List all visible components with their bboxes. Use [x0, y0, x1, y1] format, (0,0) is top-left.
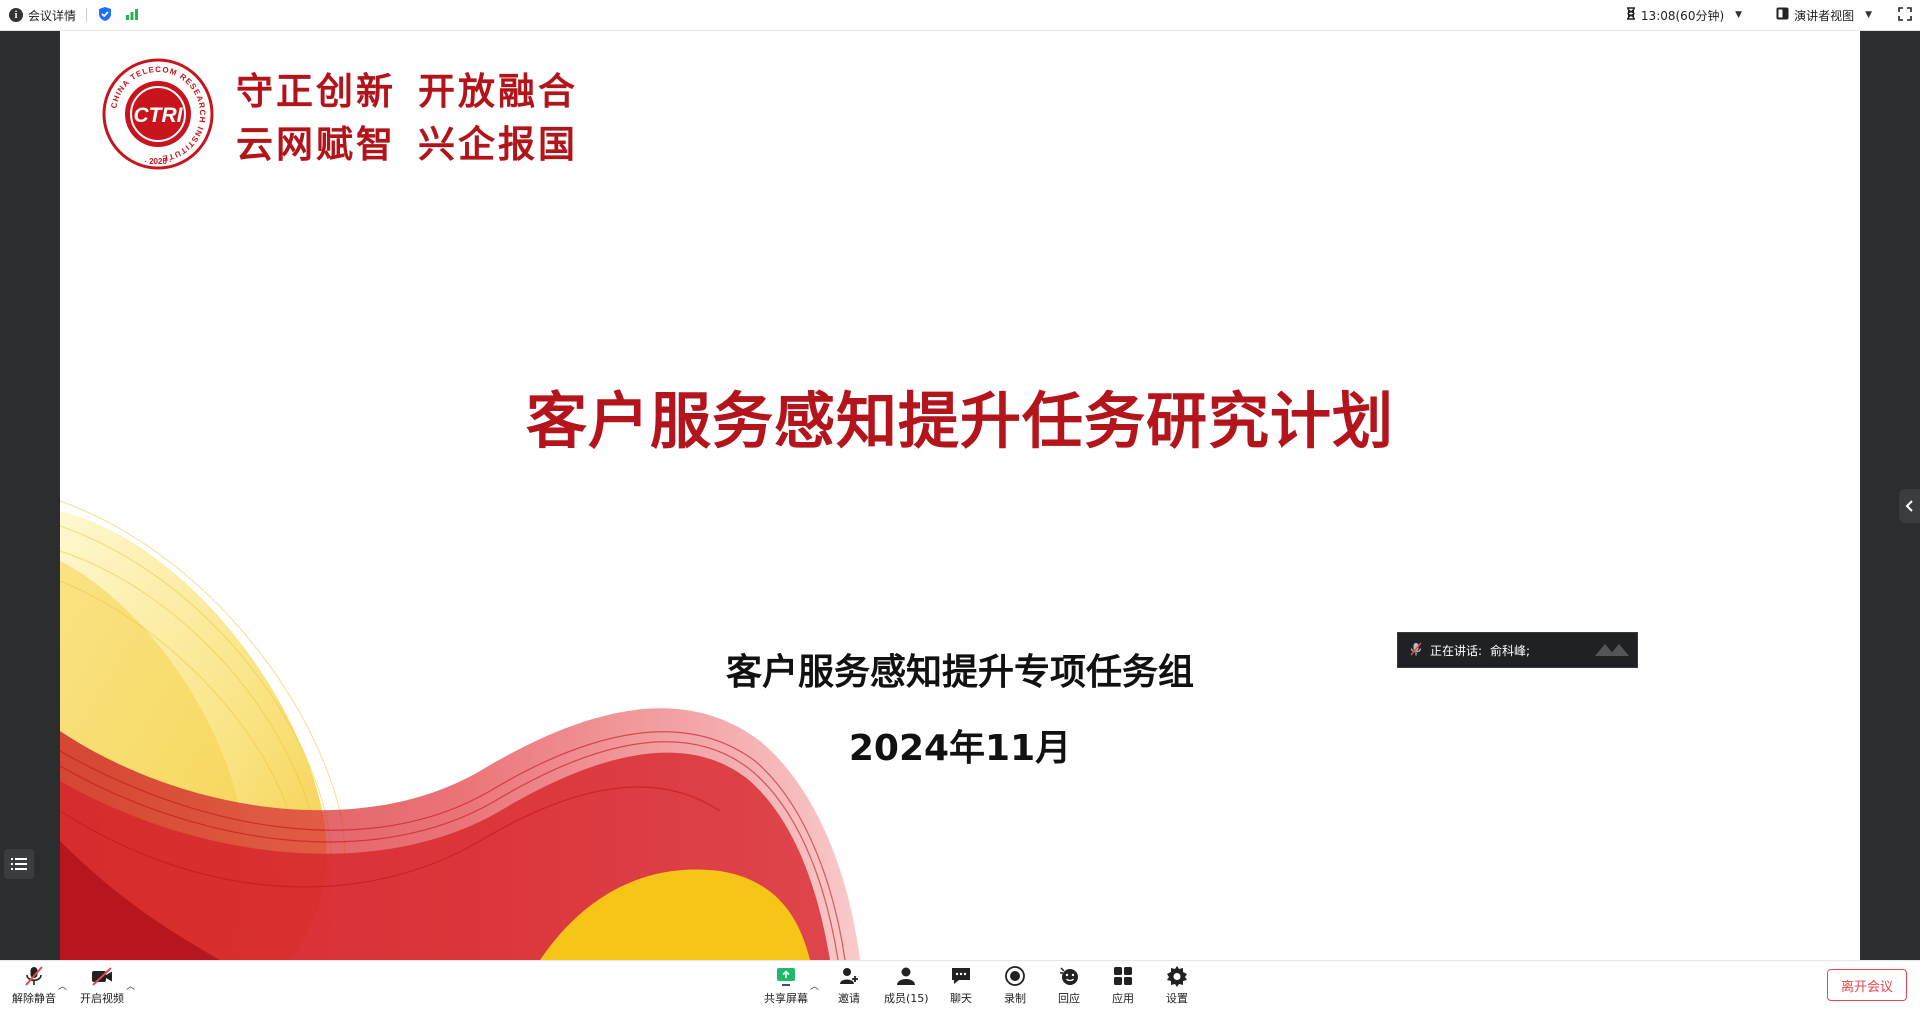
settings-button[interactable]: 设置 — [1166, 965, 1188, 1006]
slide-mottos: 守正创新 开放融合 云网赋智 兴企报国 — [236, 65, 578, 171]
fullscreen-icon[interactable] — [1898, 6, 1912, 24]
view-label: 演讲者视图 — [1794, 8, 1855, 23]
add-user-icon — [840, 968, 858, 984]
speaker-name: 俞科峰; — [1490, 643, 1531, 658]
shield-icon[interactable] — [97, 6, 113, 25]
share-screen-label: 共享屏幕 — [764, 992, 808, 1005]
list-icon — [11, 858, 27, 870]
chat-button[interactable]: 聊天 — [950, 965, 972, 1006]
speaker-wave-icon — [1593, 638, 1631, 663]
record-button[interactable]: 录制 — [1004, 965, 1026, 1006]
record-icon — [1005, 966, 1025, 986]
start-video-label: 开启视频 — [80, 992, 124, 1005]
record-label: 录制 — [1004, 992, 1026, 1005]
unmute-button[interactable]: 解除静音 — [12, 965, 56, 1006]
meeting-timer[interactable]: 13:08(60分钟) ▼ — [1626, 0, 1742, 30]
react-label: 回应 — [1058, 992, 1080, 1005]
slide-title: 客户服务感知提升任务研究计划 — [525, 386, 1394, 457]
mic-options-chevron-up-icon[interactable]: ︿ — [58, 979, 67, 992]
members-button[interactable]: 成员(15) — [884, 965, 929, 1006]
leave-meeting-button[interactable]: 离开会议 — [1827, 969, 1907, 1001]
timer-label: 13:08(60分钟) — [1640, 8, 1725, 23]
speaking-indicator: 正在讲话: 俞科峰; — [1397, 632, 1638, 668]
video-options-chevron-up-icon[interactable]: ︿ — [126, 979, 135, 992]
start-video-button[interactable]: 开启视频 — [80, 965, 124, 1006]
apps-label: 应用 — [1112, 992, 1134, 1005]
mic-muted-icon — [1410, 642, 1422, 659]
svg-text:CTRI: CTRI — [134, 104, 184, 127]
invite-button[interactable]: 邀请 — [838, 965, 860, 1006]
reaction-icon — [1060, 967, 1078, 985]
view-switch-button[interactable]: 演讲者视图 ▼ — [1776, 0, 1872, 30]
signal-icon[interactable] — [125, 8, 139, 23]
chevron-down-icon: ▼ — [1865, 10, 1872, 20]
apps-button[interactable]: 应用 — [1112, 965, 1134, 1006]
chevron-down-icon: ▼ — [1735, 10, 1743, 20]
settings-label: 设置 — [1166, 992, 1188, 1005]
info-icon: i — [9, 8, 23, 22]
meeting-toolbar: 解除静音 ︿ 开启视频 ︿ 共享屏幕 ︿ 邀请 成员(15) 聊天 录制 回应 … — [0, 960, 1920, 1012]
svg-text:· 2020 ·: · 2020 · — [144, 157, 172, 166]
hourglass-icon — [1626, 7, 1636, 23]
shared-content-stage: CTRI CHINA TELECOM RESEARCH INSTITUTE · … — [0, 31, 1920, 960]
share-screen-icon — [777, 968, 795, 986]
camera-off-icon — [92, 967, 112, 986]
mic-muted-icon — [25, 966, 43, 986]
list-button[interactable] — [4, 849, 34, 879]
motto-text: 开放融合 — [418, 69, 578, 113]
apps-icon — [1114, 967, 1132, 985]
chat-label: 聊天 — [950, 992, 972, 1005]
divider — [86, 8, 88, 22]
top-bar: i 会议详情 13:08(60分钟) ▼ 演讲者视图 ▼ — [0, 0, 1920, 31]
chat-icon — [952, 968, 970, 984]
layout-icon — [1776, 7, 1789, 23]
motto-text: 兴企报国 — [418, 122, 578, 166]
presentation-slide: CTRI CHINA TELECOM RESEARCH INSTITUTE · … — [60, 31, 1860, 960]
react-button[interactable]: 回应 — [1058, 965, 1080, 1006]
side-panel-toggle[interactable] — [1899, 489, 1920, 523]
slide-date: 2024年11月 — [848, 728, 1072, 769]
members-label: 成员(15) — [884, 992, 929, 1005]
invite-label: 邀请 — [838, 992, 860, 1005]
meeting-info-label: 会议详情 — [28, 8, 77, 23]
motto-text: 守正创新 — [236, 69, 396, 113]
share-options-chevron-up-icon[interactable]: ︿ — [810, 979, 819, 992]
motto-text: 云网赋智 — [236, 122, 396, 166]
members-icon — [897, 967, 916, 985]
unmute-label: 解除静音 — [12, 992, 56, 1005]
share-screen-button[interactable]: 共享屏幕 — [764, 965, 808, 1006]
speaking-label: 正在讲话: — [1430, 643, 1483, 658]
chevron-left-icon — [1905, 500, 1913, 512]
meeting-info-button[interactable]: i 会议详情 — [9, 0, 76, 30]
gear-icon — [1167, 966, 1187, 987]
ctri-logo: CTRI CHINA TELECOM RESEARCH INSTITUTE · … — [102, 58, 214, 170]
